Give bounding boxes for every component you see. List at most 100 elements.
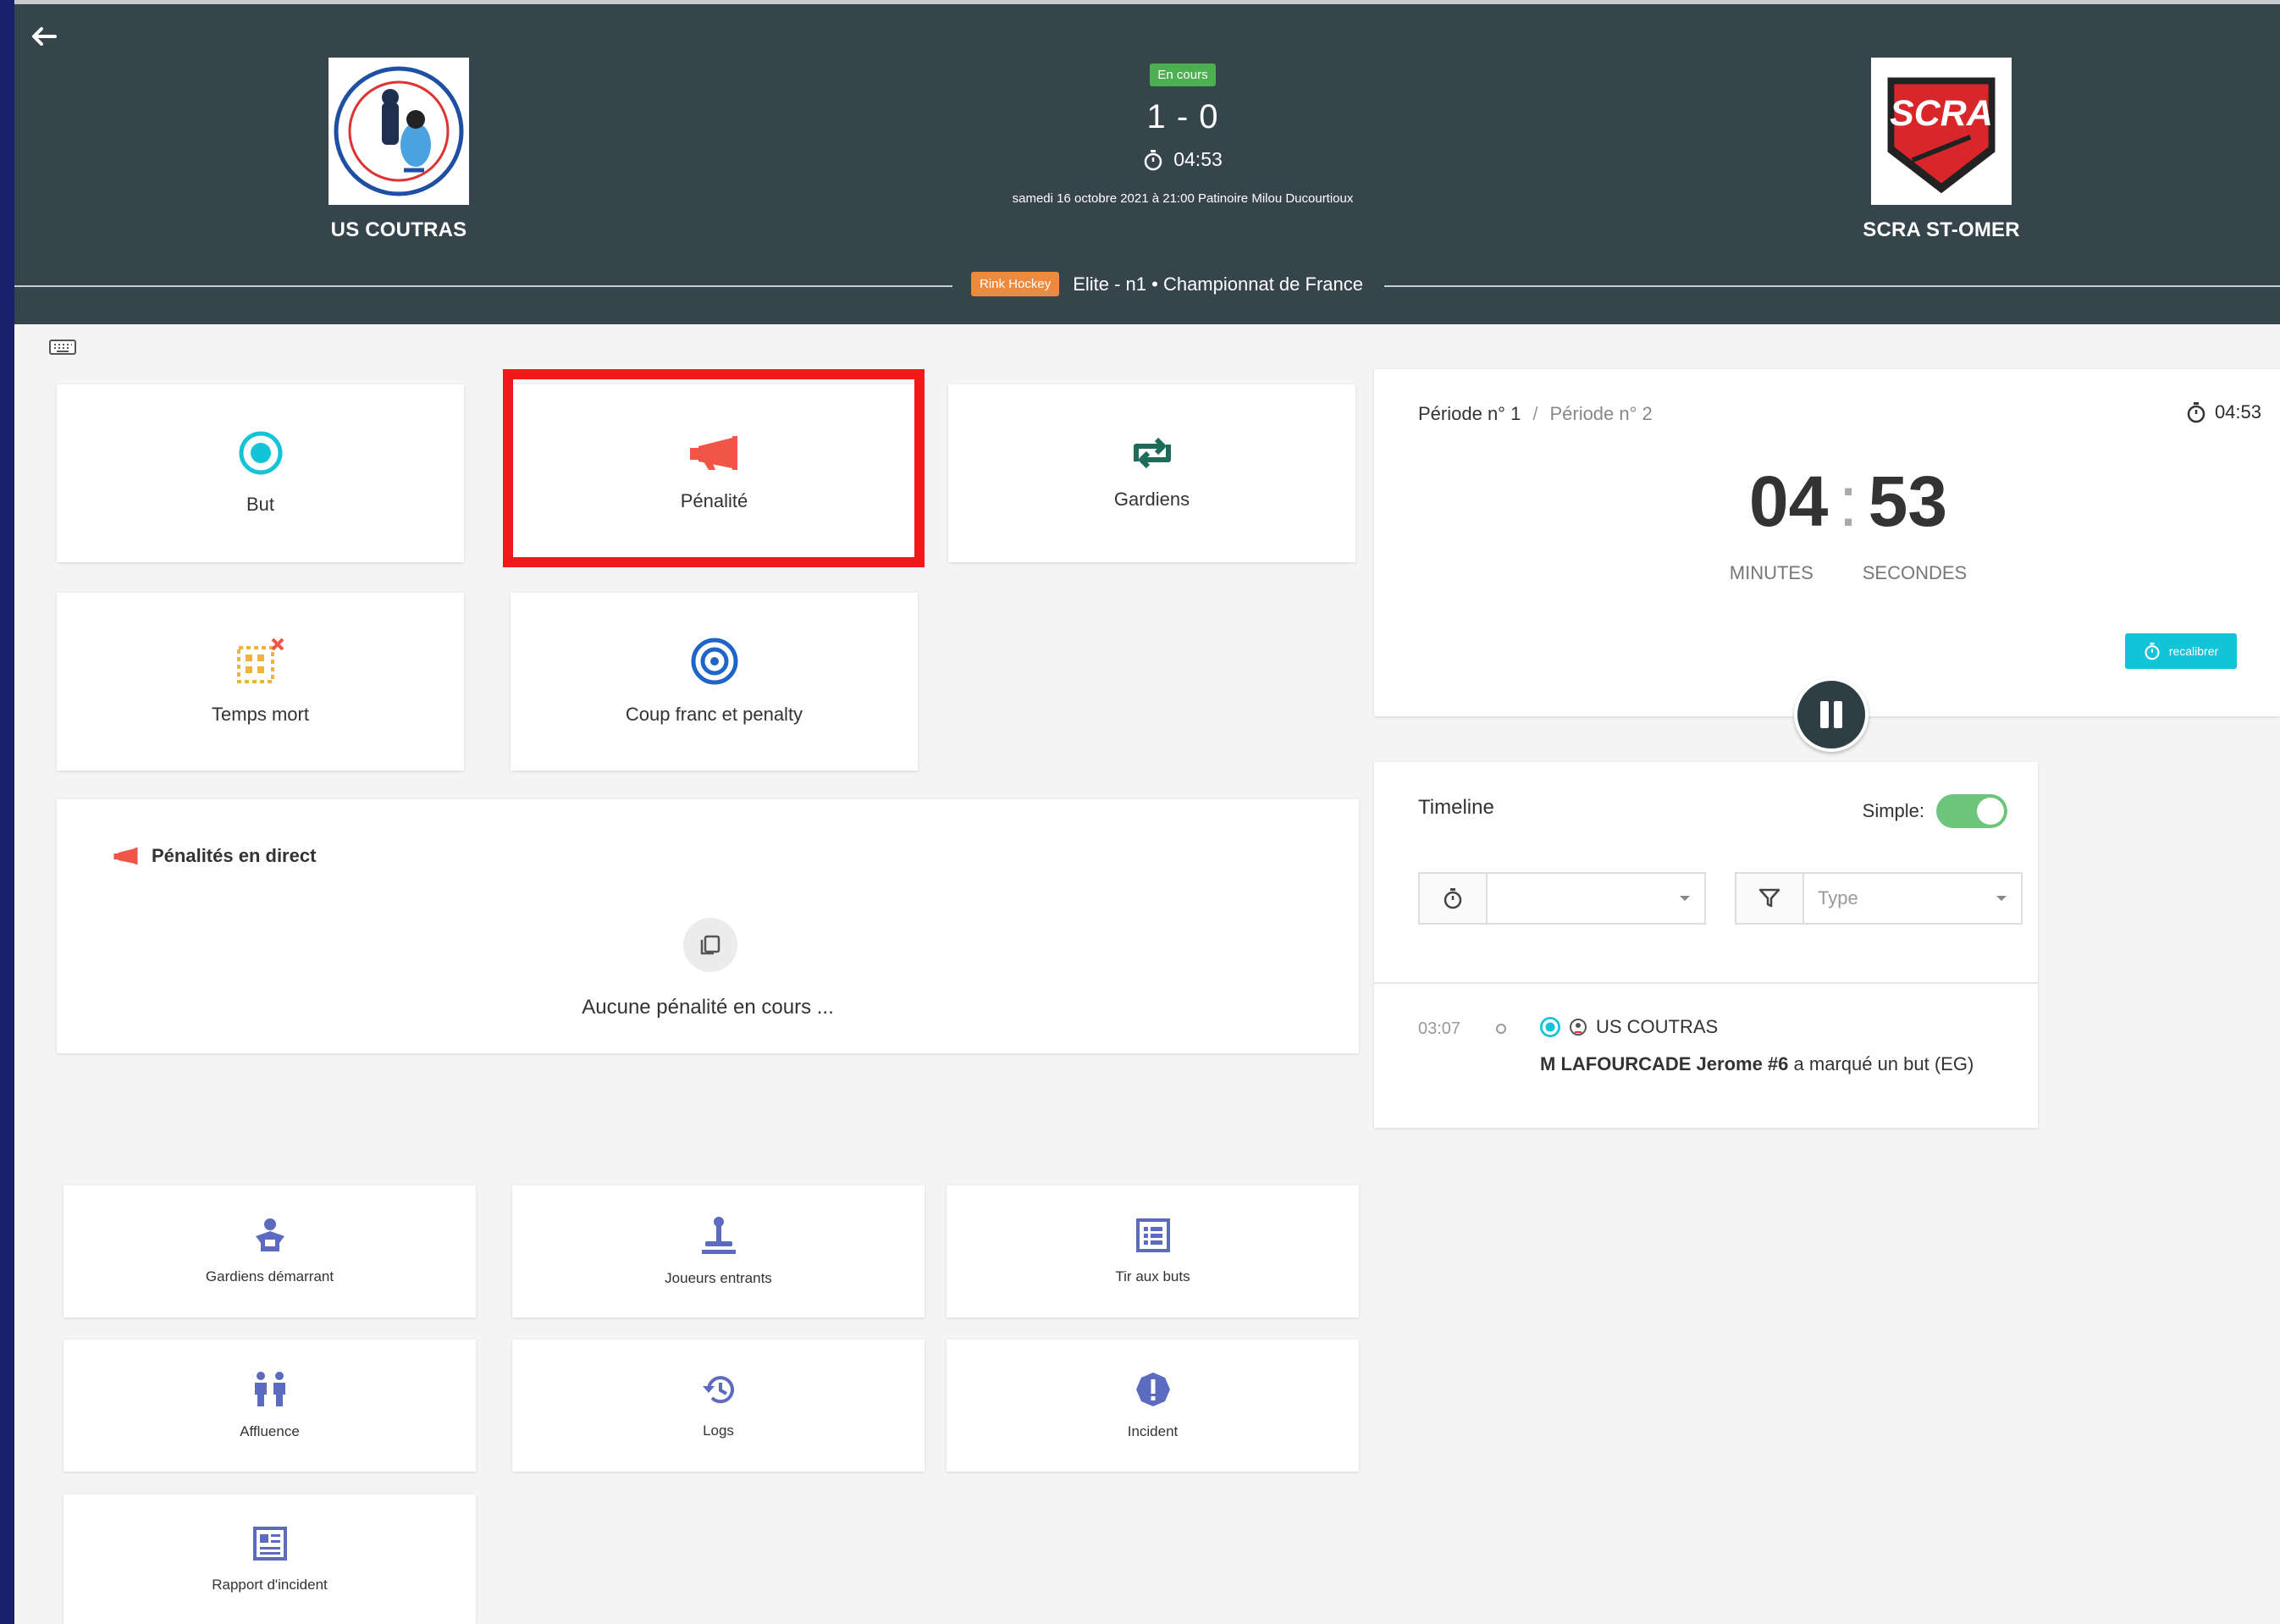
pause-button[interactable] xyxy=(1794,677,1869,752)
status-badge: En cours xyxy=(1150,64,1216,86)
competition-row: Rink Hockey Elite - n1 • Championnat de … xyxy=(14,269,2280,303)
event-dot xyxy=(1496,1024,1506,1034)
recalibrate-label: recalibrer xyxy=(2168,644,2219,658)
seconds-label: SECONDES xyxy=(1862,562,1968,583)
period-breadcrumb: Période n° 1 / Période n° 2 xyxy=(1418,403,1653,425)
type-filter-placeholder: Type xyxy=(1818,887,1858,909)
home-team: US COUTRAS xyxy=(289,58,509,242)
team-logo-icon xyxy=(1570,1019,1587,1036)
clock-labels: MINUTES SECONDES xyxy=(1709,562,1988,584)
divider-right xyxy=(1384,285,2280,287)
recalibrate-button[interactable]: recalibrer xyxy=(2125,633,2237,669)
minutes-label: MINUTES xyxy=(1729,562,1814,583)
match-date-venue: samedi 16 octobre 2021 à 21:00 Patinoire… xyxy=(1012,191,1354,206)
stamp-icon xyxy=(701,1217,736,1254)
timeline-title: Timeline xyxy=(1418,796,1494,819)
big-clock: 04:53 xyxy=(1709,461,1988,543)
tool-gardiens-demarrant-label: Gardiens démarrant xyxy=(205,1268,334,1284)
sport-badge: Rink Hockey xyxy=(971,272,1060,296)
type-filter-select[interactable]: Type xyxy=(1735,872,2023,925)
event-team: US COUTRAS xyxy=(1540,1016,1718,1038)
simple-toggle[interactable] xyxy=(1936,794,2007,828)
clock-small-value: 04:53 xyxy=(2214,401,2261,423)
action-gardiens-card[interactable]: Gardiens xyxy=(948,384,1355,562)
stopwatch-icon xyxy=(1144,149,1162,170)
action-gardiens-label: Gardiens xyxy=(1113,489,1190,510)
live-penalties-title: Pénalités en direct xyxy=(113,845,316,867)
tool-logs-label: Logs xyxy=(703,1422,734,1439)
live-penalties-panel: Pénalités en direct Aucune pénalité en c… xyxy=(57,799,1359,1053)
tool-affluence-label: Affluence xyxy=(240,1423,300,1439)
empty-state-icon xyxy=(683,918,737,972)
history-icon xyxy=(702,1376,734,1404)
clock-seconds: 53 xyxy=(1868,461,1948,541)
event-team-name: US COUTRAS xyxy=(1596,1016,1719,1037)
competition-name: Elite - n1 • Championnat de France xyxy=(1073,273,1363,295)
stopwatch-icon xyxy=(2187,402,2205,423)
tool-joueurs-entrants-card[interactable]: Joueurs entrants xyxy=(512,1185,925,1317)
clock-minutes: 04 xyxy=(1748,461,1829,541)
alert-icon xyxy=(1135,1373,1170,1406)
tool-gardiens-demarrant-card[interactable]: Gardiens démarrant xyxy=(63,1185,476,1317)
match-center-info: En cours 1 - 0 04:53 samedi 16 octobre 2… xyxy=(954,64,1411,206)
tool-incident-label: Incident xyxy=(1127,1423,1179,1439)
tool-affluence-card[interactable]: Affluence xyxy=(63,1340,476,1472)
simple-label: Simple: xyxy=(1862,800,1924,821)
away-team: SCRA SCRA ST-OMER xyxy=(1831,58,2051,242)
filter-icon xyxy=(1736,874,1804,923)
tool-tir-aux-buts-label: Tir aux buts xyxy=(1115,1268,1190,1284)
clock-panel: Période n° 1 / Période n° 2 04:53 04:53 … xyxy=(1374,369,2280,716)
event-time: 03:07 xyxy=(1418,1019,1461,1038)
event-player: M LAFOURCADE Jerome #6 xyxy=(1540,1053,1789,1074)
action-but-label: But xyxy=(246,494,275,515)
home-team-logo xyxy=(328,58,469,205)
target-icon xyxy=(239,431,282,475)
people-icon xyxy=(254,1372,285,1406)
back-arrow-icon[interactable] xyxy=(26,19,60,53)
tool-rapport-incident-card[interactable]: Rapport d'incident xyxy=(63,1494,476,1624)
timeline-panel: Timeline Simple: Type 03:07 US COUTRAS M… xyxy=(1374,762,2038,1128)
time-filter-select[interactable] xyxy=(1418,872,1706,925)
match-timer-value: 04:53 xyxy=(1173,148,1223,170)
tool-logs-card[interactable]: Logs xyxy=(512,1340,925,1472)
match-header: US COUTRAS En cours 1 - 0 04:53 samedi 1… xyxy=(14,0,2280,324)
target-icon xyxy=(1540,1017,1560,1037)
tool-rapport-incident-label: Rapport d'incident xyxy=(212,1576,328,1593)
away-team-logo: SCRA xyxy=(1871,58,2012,205)
empty-state-text: Aucune pénalité en cours ... xyxy=(582,996,834,1019)
divider-left xyxy=(14,285,952,287)
live-penalties-title-text: Pénalités en direct xyxy=(152,845,317,866)
action-but-card[interactable]: But xyxy=(57,384,464,562)
period-1-tab[interactable]: Période n° 1 xyxy=(1418,403,1521,425)
timeline-divider xyxy=(1374,982,2038,984)
action-temps-mort-card[interactable]: Temps mort xyxy=(57,593,464,771)
chevron-down-icon xyxy=(1665,895,1704,902)
event-description: M LAFOURCADE Jerome #6 a marqué un but (… xyxy=(1540,1053,1974,1075)
bullseye-icon xyxy=(691,638,737,685)
period-separator: / xyxy=(1532,403,1538,424)
action-coup-franc-label: Coup franc et penalty xyxy=(625,704,803,725)
keyboard-icon[interactable] xyxy=(48,337,77,357)
tool-incident-card[interactable]: Incident xyxy=(947,1340,1359,1472)
stopwatch-icon xyxy=(1420,874,1488,923)
away-logo-text: SCRA xyxy=(1890,93,1993,134)
tool-tir-aux-buts-card[interactable]: Tir aux buts xyxy=(947,1185,1359,1317)
clock-small: 04:53 xyxy=(2186,401,2261,423)
goalkeeper-icon xyxy=(255,1218,284,1251)
selection-highlight xyxy=(503,369,925,567)
period-2-tab[interactable]: Période n° 2 xyxy=(1549,403,1652,425)
action-coup-franc-card[interactable]: Coup franc et penalty xyxy=(511,593,918,771)
event-action: a marqué un but (EG) xyxy=(1793,1053,1974,1074)
match-timer: 04:53 xyxy=(954,148,1411,171)
timeout-grid-icon xyxy=(236,638,284,683)
clock-colon: : xyxy=(1838,461,1858,541)
swap-icon xyxy=(1133,437,1171,469)
report-icon xyxy=(252,1526,287,1560)
stopwatch-icon xyxy=(2145,643,2160,660)
away-team-name: SCRA ST-OMER xyxy=(1863,218,2020,241)
list-box-icon xyxy=(1135,1218,1170,1252)
chevron-down-icon xyxy=(1982,895,2021,902)
megaphone-icon xyxy=(113,848,138,864)
match-score: 1 - 0 xyxy=(1146,98,1219,135)
tool-joueurs-entrants-label: Joueurs entrants xyxy=(665,1270,772,1286)
